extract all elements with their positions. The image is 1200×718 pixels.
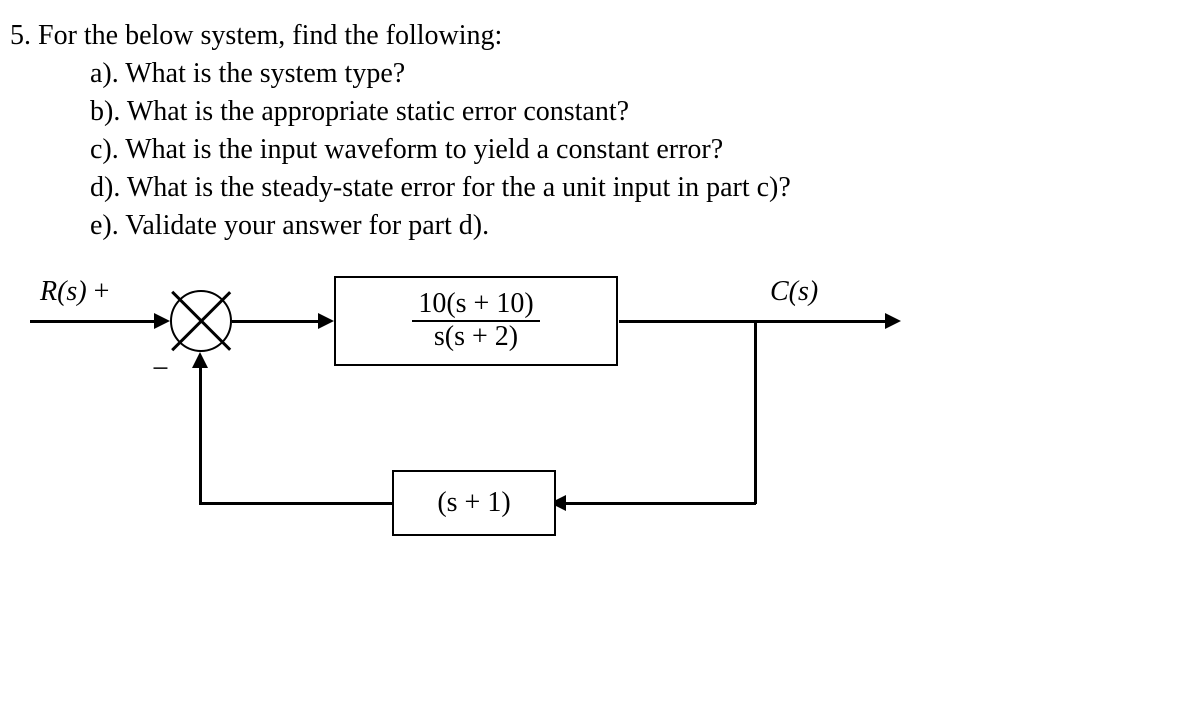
line-h-to-corner [199,502,394,505]
arrow-into-sum [154,313,170,329]
forward-tf-num: 10(s + 10) [412,289,539,320]
question-d: d). What is the steady-state error for t… [90,172,1190,204]
summing-junction [170,290,232,352]
line-input [30,320,158,323]
output-label: C(s) [770,276,818,308]
forward-tf-block: 10(s + 10) s(s + 2) [334,276,618,366]
feedback-tf-block: (s + 1) [392,470,556,536]
line-corner-to-sum [199,368,202,505]
sub-question-list: a). What is the system type? b). What is… [10,58,1190,242]
feedback-sign: − [152,352,169,386]
feedback-tf-text: (s + 1) [437,487,510,519]
line-pickoff-down [754,320,757,504]
question-c: c). What is the input waveform to yield … [90,134,1190,166]
arrow-output [885,313,901,329]
line-down-to-h [566,502,756,505]
question-b: b). What is the appropriate static error… [90,96,1190,128]
question-main: 5. For the below system, find the follow… [10,20,1190,52]
question-e: e). Validate your answer for part d). [90,210,1190,242]
question-a: a). What is the system type? [90,58,1190,90]
arrow-into-sum-bottom [192,352,208,368]
arrow-into-g [318,313,334,329]
block-diagram: R(s) + − 10(s + 10) s(s + 2) C(s) (s + 1… [10,282,1190,602]
input-label: R(s) + [40,276,109,308]
forward-tf-den: s(s + 2) [412,320,539,353]
line-sum-to-g [232,320,322,323]
